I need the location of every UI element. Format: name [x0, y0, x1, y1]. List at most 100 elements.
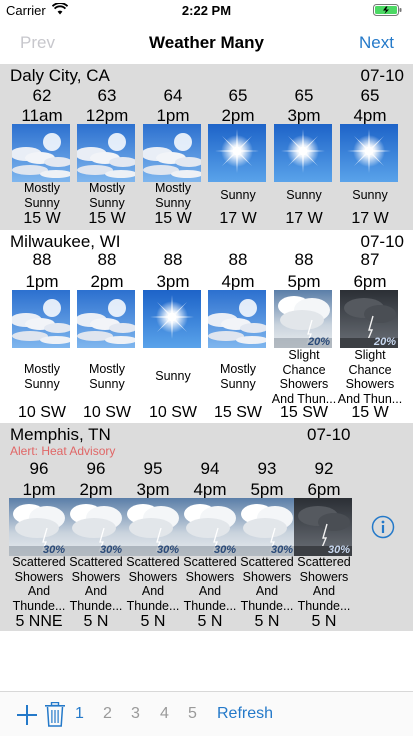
- page-3-button[interactable]: 3: [131, 705, 140, 723]
- thunderstorm-icon: 20%: [274, 290, 332, 348]
- temperature: 63: [97, 86, 117, 105]
- condition-line: Mostly: [154, 181, 192, 195]
- thunderstorm-icon: 30%: [180, 498, 238, 556]
- wind-speed: 10 SW: [82, 404, 131, 421]
- page-5-button[interactable]: 5: [188, 705, 197, 723]
- condition-text: Mostly Sunny: [73, 181, 141, 210]
- thunderstorm-night-icon: 20%: [340, 290, 398, 348]
- condition-line: Showers: [345, 377, 395, 391]
- temperature: 62: [32, 86, 52, 105]
- wind-speed: 15 W: [351, 404, 389, 421]
- page-2-button[interactable]: 2: [103, 705, 112, 723]
- mostly-sunny-icon: [12, 124, 70, 182]
- hour-column: 87 6pm 20% Slight Chance Showers And Thun... 15…: [338, 230, 402, 423]
- condition-line: Chance: [348, 362, 392, 377]
- condition-line: Mostly: [88, 362, 126, 376]
- condition-line: Mostly: [23, 362, 61, 376]
- condition-text: Sunny: [336, 188, 404, 203]
- thunderstorm-icon: 30%: [123, 498, 181, 556]
- hour-label: 4pm: [221, 272, 255, 291]
- temperature: 92: [314, 459, 334, 478]
- temperature: 96: [29, 459, 49, 478]
- sunny-icon: [274, 124, 332, 182]
- mostly-sunny-icon: [77, 290, 135, 348]
- wind-speed: 15 W: [23, 210, 61, 227]
- hour-column: 62 11am Mostly Sunny 15 W: [10, 64, 74, 230]
- hour-label: 4pm: [193, 480, 227, 499]
- condition-text: Mostly Sunny: [8, 362, 76, 391]
- hour-label: 3pm: [287, 106, 321, 125]
- location-section-daly-city[interactable]: Daly City, CA 07-10 62 11am Mostly Sunny 15 …: [0, 64, 413, 230]
- hour-label: 4pm: [353, 106, 387, 125]
- wind-speed: 15 SW: [213, 404, 262, 421]
- hour-label: 2pm: [221, 106, 255, 125]
- trash-icon[interactable]: [44, 702, 66, 727]
- hour-label: 6pm: [307, 480, 341, 499]
- status-time: 2:22 PM: [181, 3, 232, 18]
- temperature: 96: [86, 459, 106, 478]
- condition-line: Mostly: [219, 362, 257, 376]
- wind-speed: 17 W: [351, 210, 389, 227]
- condition-text: Mostly Sunny: [204, 362, 272, 391]
- page-1-button[interactable]: 1: [75, 705, 84, 723]
- condition-text: Slight Chance Showers And Thun...: [270, 348, 338, 406]
- condition-text: Sunny: [139, 369, 207, 384]
- location-section-memphis[interactable]: Memphis, TN 07-10 Alert: Heat Advisory 9…: [0, 423, 413, 631]
- hour-column: 88 1pm Mostly Sunny 10 SW: [10, 230, 74, 423]
- wind-speed: 10 SW: [17, 404, 66, 421]
- next-button[interactable]: Next: [359, 33, 394, 53]
- page-4-button[interactable]: 4: [160, 705, 169, 723]
- thunderstorm-icon: 30%: [9, 498, 67, 556]
- hour-label: 6pm: [353, 272, 387, 291]
- condition-line: And: [312, 584, 336, 598]
- condition-line: Thunde...: [297, 598, 351, 613]
- condition-text: Sunny: [270, 188, 338, 203]
- hour-column: 65 2pm Sunny 17 W: [206, 64, 270, 230]
- temperature: 88: [163, 250, 183, 269]
- condition-line: Sunny: [155, 195, 191, 210]
- temperature: 64: [163, 86, 183, 105]
- info-icon[interactable]: [371, 515, 395, 539]
- status-bar: Carrier 2:22 PM: [0, 0, 413, 20]
- thunderstorm-night-icon: 30%: [294, 498, 352, 556]
- sunny-icon: [143, 290, 201, 348]
- condition-line: Chance: [282, 362, 326, 377]
- condition-line: Mostly: [23, 181, 61, 195]
- wind-speed: 17 W: [219, 210, 257, 227]
- hour-column: 63 12pm Mostly Sunny 15 W: [75, 64, 139, 230]
- temperature: 95: [143, 459, 163, 478]
- condition-line: Sunny: [24, 376, 60, 391]
- location-section-milwaukee[interactable]: Milwaukee, WI 07-10 88 1pm Mostly Sunny 10 S…: [0, 230, 413, 423]
- hour-label: 1pm: [22, 480, 56, 499]
- condition-line: Sunny: [155, 369, 191, 383]
- temperature: 88: [97, 250, 117, 269]
- condition-line: Slight: [288, 348, 320, 362]
- condition-line: Sunny: [352, 188, 388, 202]
- condition-text: Scattered Showers And Thunde...: [290, 555, 358, 613]
- nav-bar: Prev Weather Many Next: [0, 20, 413, 64]
- add-location-icon[interactable]: [16, 704, 38, 726]
- thunderstorm-icon: 30%: [237, 498, 295, 556]
- hour-label: 11am: [21, 106, 63, 125]
- condition-line: Showers: [299, 569, 349, 584]
- hour-column: 88 4pm Mostly Sunny 15 SW: [206, 230, 270, 423]
- condition-text: Mostly Sunny: [8, 181, 76, 210]
- temperature: 65: [228, 86, 248, 105]
- sunny-icon: [340, 124, 398, 182]
- hour-label: 1pm: [156, 106, 190, 125]
- mostly-sunny-icon: [208, 290, 266, 348]
- refresh-button[interactable]: Refresh: [217, 705, 273, 723]
- condition-line: Scattered: [297, 555, 351, 569]
- mostly-sunny-icon: [143, 124, 201, 182]
- mostly-sunny-icon: [12, 290, 70, 348]
- hour-label: 3pm: [156, 272, 190, 291]
- hour-label: 1pm: [25, 272, 59, 291]
- wind-speed: 15 W: [154, 210, 192, 227]
- condition-line: Sunny: [89, 376, 125, 391]
- hour-column: 88 3pm Sunny 10 SW: [141, 230, 205, 423]
- hour-label: 12pm: [85, 106, 129, 125]
- temperature: 65: [294, 86, 314, 105]
- wind-speed: 10 SW: [148, 404, 197, 421]
- condition-text: Mostly Sunny: [73, 362, 141, 391]
- battery-charging-icon: [373, 4, 402, 16]
